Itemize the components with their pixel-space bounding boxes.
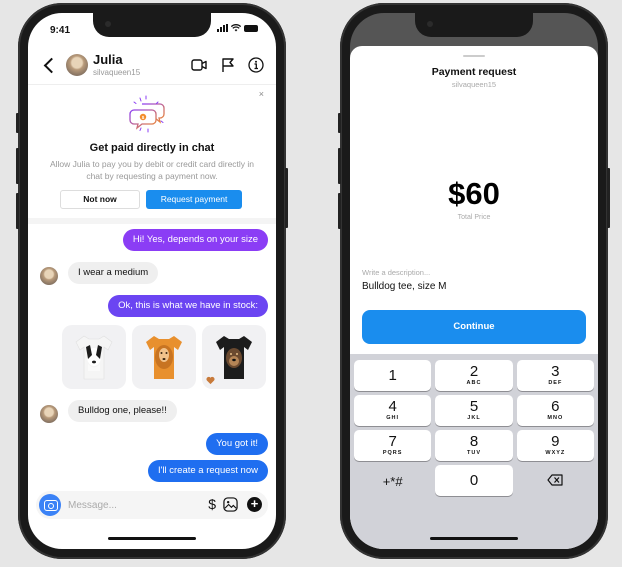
description-input[interactable]: [362, 278, 562, 294]
avatar[interactable]: [40, 405, 58, 423]
volume-down-button: [16, 193, 19, 229]
key-8[interactable]: 8 TUV: [435, 430, 513, 461]
notch: [93, 13, 211, 37]
payment-promo-card: × $ Get paid directly in chat Allow Juli…: [28, 86, 276, 224]
mute-switch: [16, 113, 19, 133]
heart-reaction-icon: [206, 376, 215, 385]
avatar[interactable]: [66, 54, 88, 76]
key-7[interactable]: 7 PQRS: [354, 430, 432, 461]
key-4[interactable]: 4 GHI: [354, 395, 432, 426]
add-icon[interactable]: +: [247, 497, 262, 512]
volume-up-button: [338, 148, 341, 184]
key-symbols[interactable]: +*#: [354, 465, 431, 496]
volume-up-button: [16, 148, 19, 184]
power-button: [607, 168, 610, 228]
video-call-icon[interactable]: [191, 57, 207, 73]
amount-label: Total Price: [457, 214, 491, 221]
product-card[interactable]: [132, 325, 196, 389]
message-input[interactable]: [68, 491, 178, 519]
tshirt-image: [75, 335, 113, 380]
continue-button[interactable]: Continue: [362, 310, 586, 344]
chat-header: Julia silvaqueen15: [28, 49, 276, 85]
contact-username: silvaqueen15: [93, 68, 141, 77]
volume-down-button: [338, 193, 341, 229]
message-bubble-incoming: I wear a medium: [68, 262, 159, 284]
product-carousel: [62, 325, 270, 391]
promo-title: Get paid directly in chat: [89, 142, 215, 154]
right-phone: Payment request silvaqueen15 $60 Total P…: [338, 3, 610, 559]
key-0[interactable]: 0: [435, 465, 513, 496]
camera-icon[interactable]: [39, 494, 61, 516]
info-icon[interactable]: [248, 57, 264, 73]
numeric-keypad: 1 2 ABC 3 DEF 4 GHI 5 JKL 6 MNO 7 PQRS 8 TUV 9W…: [350, 354, 598, 549]
flag-icon[interactable]: [220, 57, 236, 73]
status-time: 9:41: [50, 25, 71, 36]
key-2[interactable]: 2 ABC: [435, 360, 513, 391]
notch: [415, 13, 533, 37]
home-indicator[interactable]: [430, 537, 518, 540]
payment-request-screen: Payment request silvaqueen15 $60 Total P…: [350, 13, 598, 549]
payment-request-sheet: Payment request silvaqueen15 $60 Total P…: [350, 46, 598, 549]
message-bubble-outgoing: You got it!: [206, 433, 268, 455]
key-9[interactable]: 9 WXYZ: [516, 430, 594, 461]
back-icon[interactable]: [42, 55, 58, 75]
chat-screen: 9:41 Julia silvaqueen15 × $ Get paid dir…: [28, 13, 276, 549]
key-1[interactable]: 1: [354, 360, 432, 391]
tshirt-image: [146, 336, 182, 379]
amount-display[interactable]: $60: [350, 176, 598, 212]
backspace-icon: [547, 474, 563, 486]
message-bubble-outgoing: I'll create a request now: [147, 460, 268, 482]
message-bubble-incoming: Bulldog one, please!!: [68, 400, 177, 422]
wifi-icon: [231, 24, 241, 32]
key-backspace[interactable]: [517, 465, 594, 496]
description-label: Write a description...: [362, 268, 431, 277]
payment-dollar-icon[interactable]: $: [208, 496, 216, 512]
promo-description: Allow Julia to pay you by debit or credi…: [49, 159, 255, 181]
key-3[interactable]: 3 DEF: [516, 360, 594, 391]
sheet-title: Payment request: [431, 66, 517, 78]
gallery-icon[interactable]: [223, 497, 238, 512]
close-icon[interactable]: ×: [259, 89, 264, 99]
status-icons: [217, 24, 258, 32]
avatar[interactable]: [40, 267, 58, 285]
signal-icon: [217, 24, 228, 32]
not-now-button[interactable]: Not now: [60, 190, 140, 209]
key-6[interactable]: 6 MNO: [516, 395, 594, 426]
message-bubble-outgoing: Ok, this is what we have in stock:: [108, 295, 268, 317]
payment-chat-illustration-icon: $: [129, 95, 165, 133]
contact-name[interactable]: Julia: [93, 52, 123, 67]
power-button: [285, 168, 288, 228]
sheet-grabber[interactable]: [463, 55, 485, 57]
sheet-username: silvaqueen15: [451, 80, 497, 89]
tshirt-image: [216, 336, 252, 379]
left-phone: 9:41 Julia silvaqueen15 × $ Get paid dir…: [16, 3, 288, 559]
message-bubble-outgoing: Hi! Yes, depends on your size: [122, 229, 268, 251]
request-payment-button[interactable]: Request payment: [146, 190, 242, 209]
home-indicator[interactable]: [108, 537, 196, 540]
battery-icon: [244, 24, 258, 32]
mute-switch: [338, 113, 341, 133]
product-card[interactable]: [62, 325, 126, 389]
message-composer: $ +: [36, 491, 268, 519]
product-card[interactable]: [202, 325, 266, 389]
key-5[interactable]: 5 JKL: [435, 395, 513, 426]
